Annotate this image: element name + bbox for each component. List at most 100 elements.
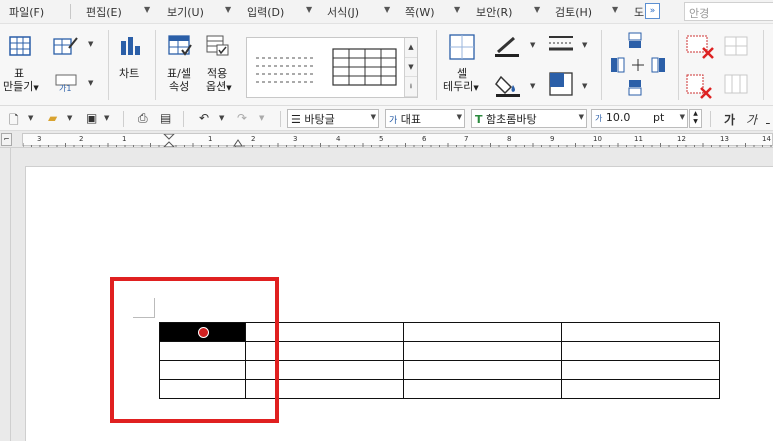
chevron-down-icon[interactable]: ▼ bbox=[67, 114, 72, 122]
toolbar-separator bbox=[123, 111, 124, 127]
chevron-down-icon[interactable]: ▼ bbox=[457, 113, 462, 121]
chart-icon[interactable] bbox=[119, 35, 141, 57]
chevron-down-icon[interactable]: ▼ bbox=[579, 113, 584, 121]
horizontal-ruler[interactable]: ⌐ 3 2 1 1 2 3 4 5 6 7 8 9 10 11 12 13 14 bbox=[0, 131, 773, 148]
table-properties-icon[interactable] bbox=[168, 35, 192, 57]
menu-more-button[interactable]: » bbox=[645, 3, 660, 19]
chevron-up-icon[interactable]: ▲ bbox=[405, 38, 417, 58]
font-select[interactable]: T 함초롬바탕 ▼ bbox=[471, 109, 587, 128]
save-icon[interactable]: ▣ bbox=[86, 111, 97, 125]
undo-icon[interactable]: ↶ bbox=[199, 111, 209, 125]
italic-button[interactable]: 가 bbox=[746, 111, 757, 128]
chevron-down-icon[interactable]: ▼ bbox=[612, 5, 618, 14]
table-cell[interactable] bbox=[561, 341, 720, 361]
apply-options-label-2[interactable]: 옵션▼ bbox=[206, 81, 232, 94]
table-cell[interactable] bbox=[561, 322, 720, 342]
table-create-label-2[interactable]: 만들기▼ bbox=[3, 81, 39, 94]
table-cell[interactable] bbox=[403, 360, 562, 380]
print-icon[interactable]: ⎙ bbox=[138, 111, 148, 126]
split-cell-icon[interactable] bbox=[724, 36, 750, 58]
chevron-down-icon[interactable]: ▼ bbox=[534, 5, 540, 14]
gallery-scrollbar[interactable]: ▲ ▼ ⭳ bbox=[404, 38, 417, 97]
line-style-icon[interactable] bbox=[548, 34, 574, 54]
menu-view[interactable]: 보기(U) bbox=[167, 4, 204, 20]
ruler-ticks bbox=[23, 143, 772, 147]
menu-insert[interactable]: 입력(D) bbox=[247, 4, 284, 20]
chevron-down-icon[interactable]: ▼ bbox=[530, 41, 535, 49]
chevron-down-icon[interactable]: ▼ bbox=[225, 5, 231, 14]
table-style-dashed[interactable] bbox=[256, 54, 318, 84]
indent-marker-icon[interactable] bbox=[163, 134, 175, 147]
table-cell[interactable] bbox=[403, 379, 562, 399]
ruler-number: 13 bbox=[720, 135, 729, 143]
menu-bar: 파일(F) 편집(E) ▼ 보기(U) ▼ 입력(D) ▼ 서식(J) ▼ 쪽(… bbox=[0, 0, 773, 24]
menu-review[interactable]: 검토(H) bbox=[555, 4, 592, 20]
insert-row-below-icon[interactable] bbox=[627, 79, 643, 97]
insert-row-above-icon[interactable] bbox=[627, 32, 643, 50]
cell-format-icon[interactable]: 가1 bbox=[55, 74, 77, 92]
table-cell[interactable] bbox=[561, 379, 720, 399]
apply-options-icon[interactable] bbox=[206, 35, 230, 57]
vertical-ruler[interactable] bbox=[0, 148, 11, 441]
ribbon-separator bbox=[678, 30, 679, 100]
chevron-down-icon[interactable]: ▼ bbox=[88, 79, 93, 87]
table-icon[interactable] bbox=[9, 36, 31, 56]
ribbon-separator bbox=[155, 30, 156, 100]
ruler-corner-button[interactable]: ⌐ bbox=[1, 133, 12, 146]
open-folder-icon[interactable]: ▰ bbox=[48, 111, 57, 125]
cell-shading-icon[interactable] bbox=[549, 72, 573, 96]
chevron-down-icon[interactable]: ▼ bbox=[28, 114, 33, 122]
chevron-down-icon[interactable]: ▼ bbox=[680, 113, 685, 121]
tab-marker-icon[interactable] bbox=[233, 139, 243, 147]
new-document-icon[interactable]: 🗋 bbox=[9, 111, 19, 132]
chevron-down-icon[interactable]: ▼ bbox=[384, 5, 390, 14]
delete-column-icon[interactable] bbox=[686, 74, 716, 100]
pen-icon[interactable] bbox=[494, 34, 520, 58]
style-icon: ☰ bbox=[291, 113, 301, 126]
bold-button[interactable]: 가 bbox=[724, 111, 735, 128]
chevron-down-icon[interactable]: ▼ bbox=[306, 5, 312, 14]
table-style-grid[interactable] bbox=[332, 43, 398, 91]
redo-icon[interactable]: ↷ bbox=[237, 111, 247, 125]
chevron-down-icon[interactable]: ▼ bbox=[582, 41, 587, 49]
expand-icon[interactable]: ⭳ bbox=[405, 77, 417, 97]
table-cell[interactable] bbox=[403, 322, 562, 342]
chevron-down-icon[interactable]: ▼ bbox=[104, 114, 109, 122]
chevron-down-icon[interactable]: ▼ bbox=[405, 58, 417, 78]
menu-edit[interactable]: 편집(E) bbox=[86, 4, 122, 20]
chevron-down-icon[interactable]: ▼ bbox=[259, 114, 264, 122]
delete-row-icon[interactable] bbox=[686, 35, 716, 61]
insert-column-icon[interactable] bbox=[610, 54, 668, 76]
underline-button[interactable] bbox=[766, 111, 770, 125]
table-properties-label: 표/셀 bbox=[167, 67, 191, 80]
chevron-down-icon[interactable]: ▼ bbox=[530, 82, 535, 90]
print-preview-icon[interactable]: ▤ bbox=[160, 111, 171, 125]
font-size-stepper[interactable]: ▲ ▼ bbox=[689, 109, 702, 128]
chevron-down-icon[interactable]: ▼ bbox=[219, 114, 224, 122]
menu-tools[interactable]: 도 bbox=[634, 4, 644, 20]
table-cell[interactable] bbox=[561, 360, 720, 380]
table-edit-icon[interactable] bbox=[53, 36, 79, 56]
ruler-number: 8 bbox=[507, 135, 512, 143]
style-select[interactable]: ☰ 바탕글 ▼ bbox=[287, 109, 379, 128]
chevron-down-icon[interactable]: ▼ bbox=[454, 5, 460, 14]
cell-border-icon[interactable] bbox=[449, 34, 475, 60]
chevron-down-icon[interactable]: ▼ bbox=[371, 113, 376, 121]
fill-color-icon[interactable] bbox=[495, 73, 521, 97]
chevron-down-icon[interactable]: ▼ bbox=[88, 40, 93, 48]
chevron-down-icon[interactable]: ▼ bbox=[582, 82, 587, 90]
table-style-gallery[interactable]: ▲ ▼ ⭳ bbox=[246, 37, 418, 98]
outline-select[interactable]: 가 대표 ▼ bbox=[385, 109, 465, 128]
ruler-number: 3 bbox=[293, 135, 298, 143]
table-cell[interactable] bbox=[403, 341, 562, 361]
chevron-down-icon[interactable]: ▼ bbox=[144, 5, 150, 14]
menu-security[interactable]: 보안(R) bbox=[476, 4, 512, 20]
search-input[interactable]: 안경 bbox=[684, 2, 773, 21]
menu-page[interactable]: 쪽(W) bbox=[405, 4, 435, 20]
menu-format[interactable]: 서식(J) bbox=[327, 4, 359, 20]
cell-format-text: 가1 bbox=[59, 84, 71, 92]
merge-cell-icon[interactable] bbox=[724, 74, 750, 96]
cell-border-label-2[interactable]: 테두리▼ bbox=[443, 81, 479, 94]
menu-file[interactable]: 파일(F) bbox=[9, 4, 44, 20]
font-size-input[interactable]: 가 10.0 pt ▼ bbox=[591, 109, 688, 128]
